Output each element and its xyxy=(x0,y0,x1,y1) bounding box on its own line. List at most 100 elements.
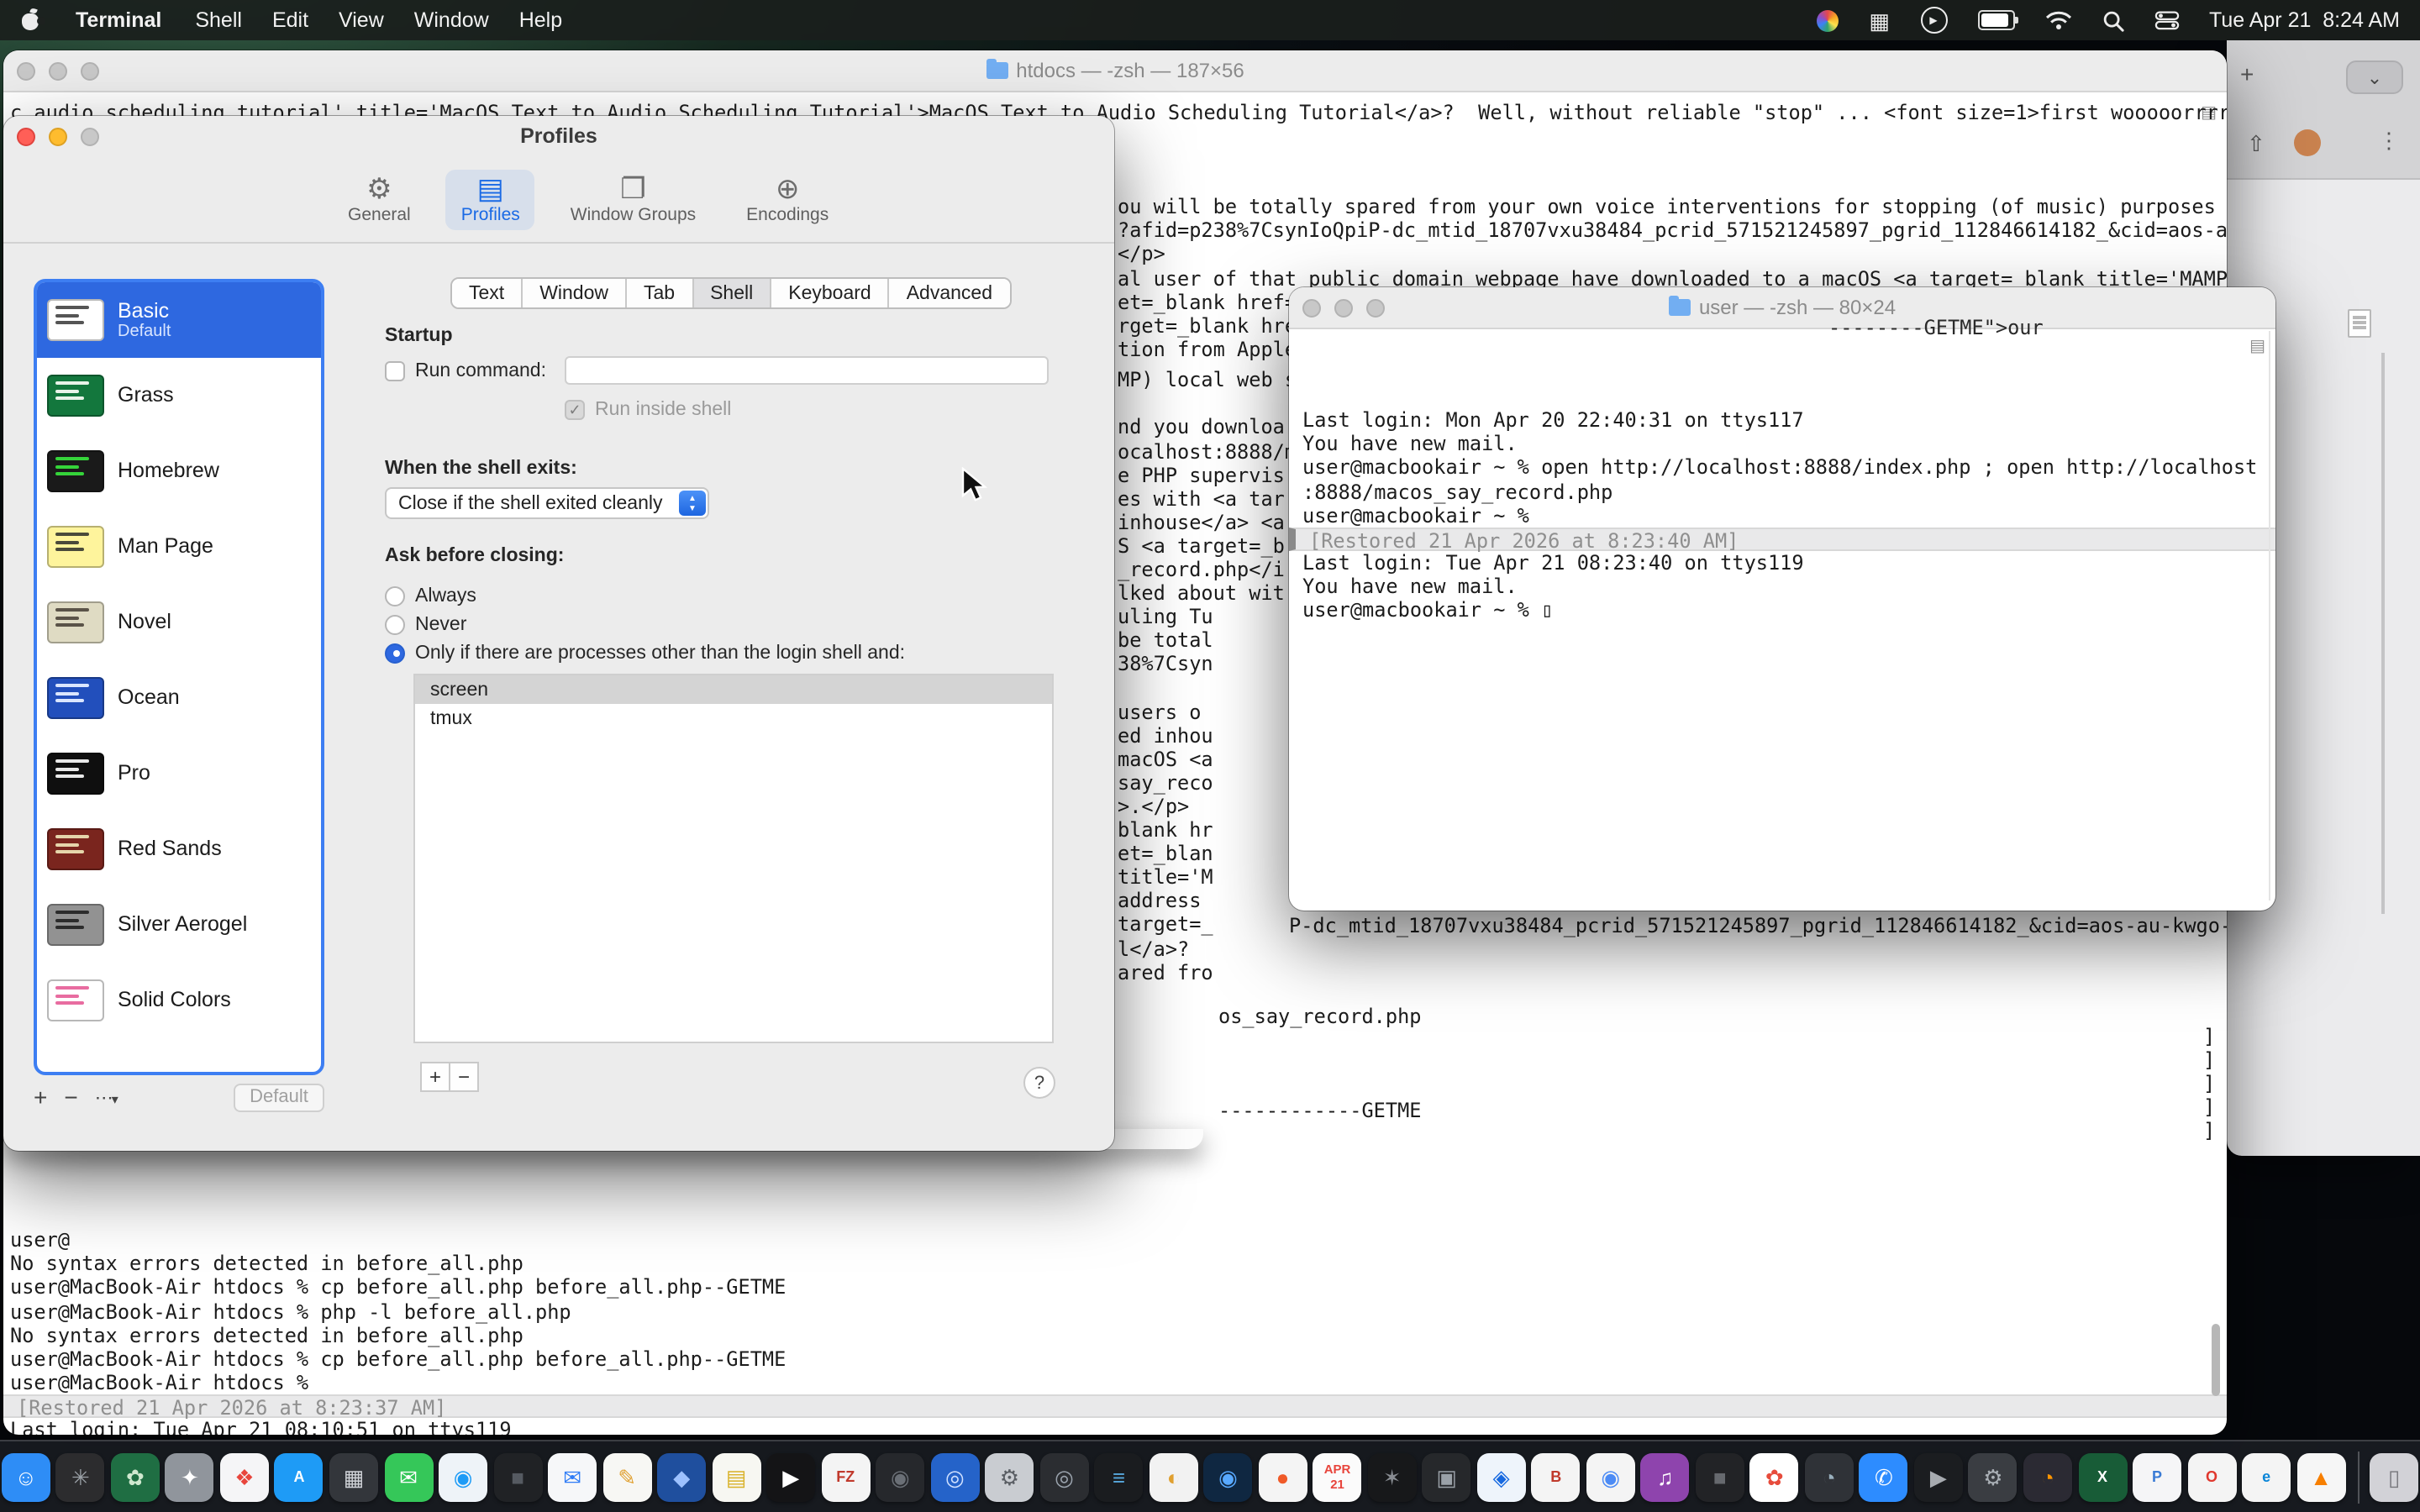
tab[interactable]: Tab xyxy=(627,279,693,307)
tab[interactable]: Window xyxy=(523,279,627,307)
dock-item[interactable]: ▶ xyxy=(765,1451,817,1503)
apple-menu-icon[interactable] xyxy=(20,8,42,32)
add-process-button[interactable]: + xyxy=(420,1062,450,1092)
dock-item[interactable]: ◔ xyxy=(1803,1451,1854,1503)
dock-item[interactable]: ◎ xyxy=(1039,1451,1090,1503)
dock-item[interactable]: ◈ xyxy=(1476,1451,1527,1503)
radio-button[interactable] xyxy=(385,643,405,663)
scrollbar[interactable] xyxy=(2269,331,2270,900)
menu-item[interactable]: Shell xyxy=(195,8,242,32)
dock-item[interactable]: ▦ xyxy=(329,1451,380,1503)
logi-options-icon[interactable] xyxy=(1817,9,1839,31)
dock-item[interactable]: ≡ xyxy=(1093,1451,1144,1503)
minimize-button[interactable] xyxy=(49,127,67,145)
dock-item[interactable]: ▣ xyxy=(1421,1451,1472,1503)
user-titlebar[interactable]: user — -zsh — 80×24 xyxy=(1289,287,2275,329)
dock-item[interactable]: ◔ xyxy=(2022,1451,2073,1503)
tab[interactable]: Text xyxy=(452,279,523,307)
dock-item[interactable]: B xyxy=(1530,1451,1581,1503)
menu-item[interactable]: Window xyxy=(414,8,489,32)
dock-item[interactable]: ▯ xyxy=(2359,1451,2420,1503)
scrollbar-thumb[interactable] xyxy=(2212,1324,2220,1396)
profiles-titlebar[interactable]: Profiles xyxy=(3,116,1114,156)
dock-item[interactable]: ♫ xyxy=(1639,1451,1691,1503)
profile-list-item[interactable]: Solid Colors xyxy=(37,963,321,1038)
profile-list-item[interactable]: Man Page xyxy=(37,509,321,585)
battery-icon[interactable] xyxy=(1977,10,2014,30)
run-inside-shell-checkbox[interactable]: ✓ xyxy=(565,400,585,420)
radio-option[interactable]: Only if there are processes other than t… xyxy=(385,638,905,667)
process-list-item[interactable]: screen xyxy=(415,675,1052,704)
wifi-icon[interactable] xyxy=(2044,10,2071,30)
dock-item[interactable]: FZ xyxy=(820,1451,871,1503)
help-button[interactable]: ? xyxy=(1023,1067,1055,1099)
zoom-button[interactable] xyxy=(1366,298,1385,317)
zoom-button[interactable] xyxy=(81,127,99,145)
radio-option[interactable]: Always xyxy=(385,581,905,610)
dock-item[interactable]: e xyxy=(2241,1451,2292,1503)
dock-item[interactable]: ✶ xyxy=(1366,1451,1418,1503)
tab[interactable]: Shell xyxy=(693,279,771,307)
close-button[interactable] xyxy=(17,61,35,80)
dock-item[interactable]: ◉ xyxy=(1585,1451,1636,1503)
dock-item[interactable]: ◆ xyxy=(656,1451,708,1503)
dock-item[interactable]: ● xyxy=(1257,1451,1308,1503)
toolbar-item-general[interactable]: ⚙ General xyxy=(333,169,426,229)
profile-list-item[interactable]: Homebrew xyxy=(37,433,321,509)
dock-item[interactable]: ▤ xyxy=(711,1451,762,1503)
add-profile-button[interactable]: + xyxy=(34,1085,47,1109)
dock-item[interactable]: A xyxy=(273,1451,324,1503)
remove-profile-button[interactable]: − xyxy=(64,1085,77,1109)
close-button[interactable] xyxy=(1302,298,1321,317)
shell-exit-popup[interactable]: Close if the shell exited cleanly ▲▼ xyxy=(385,487,709,519)
tab[interactable]: Advanced xyxy=(890,279,1009,307)
toolbar-item-window-groups[interactable]: ❐ Window Groups xyxy=(555,169,711,229)
zoom-button[interactable] xyxy=(81,61,99,80)
dock-item[interactable]: ■ xyxy=(1694,1451,1745,1503)
dock-item[interactable]: ✳ xyxy=(55,1451,106,1503)
minimize-button[interactable] xyxy=(49,61,67,80)
new-tab-button[interactable]: + xyxy=(2240,60,2254,87)
profile-list-item[interactable]: Grass xyxy=(37,358,321,433)
menu-clock[interactable]: Tue Apr 21 8:24 AM xyxy=(2209,8,2400,32)
now-playing-icon[interactable]: ▶ xyxy=(1920,7,1947,34)
action-menu-button[interactable]: ⋯▾ xyxy=(95,1086,117,1108)
avatar[interactable] xyxy=(2294,129,2321,156)
dock-item[interactable]: ❖ xyxy=(218,1451,270,1503)
close-button[interactable] xyxy=(17,127,35,145)
dock-item[interactable]: ⚙ xyxy=(1967,1451,2018,1503)
profiles-window[interactable]: Profiles ⚙ General ▤ Profiles ❐ Window G… xyxy=(3,116,1114,1151)
dock-item[interactable]: ◉ xyxy=(1202,1451,1254,1503)
radio-button[interactable] xyxy=(385,585,405,606)
profile-list-item[interactable]: Novel xyxy=(37,585,321,660)
tab[interactable]: Keyboard xyxy=(771,279,889,307)
overflow-menu-icon[interactable]: ⋮ xyxy=(2378,128,2400,155)
dock-item[interactable]: ◉ xyxy=(438,1451,489,1503)
menu-item[interactable]: Help xyxy=(519,8,562,32)
remove-process-button[interactable]: − xyxy=(449,1062,479,1092)
menu-item[interactable]: Edit xyxy=(272,8,308,32)
run-command-input[interactable] xyxy=(565,356,1049,385)
dock-item[interactable]: X xyxy=(2077,1451,2128,1503)
dock-item[interactable]: P xyxy=(2132,1451,2183,1503)
app-menu-title[interactable]: Terminal xyxy=(76,8,161,32)
dock-item[interactable]: ☺ xyxy=(0,1451,51,1503)
profile-list-item[interactable]: Red Sands xyxy=(37,811,321,887)
dock-item[interactable]: ✎ xyxy=(602,1451,653,1503)
toolbar-item-profiles[interactable]: ▤ Profiles xyxy=(446,169,535,229)
tab-overview-button[interactable]: ⌄ xyxy=(2346,60,2403,94)
dock-item[interactable]: ◎ xyxy=(929,1451,981,1503)
dock-item[interactable]: ⚙ xyxy=(984,1451,1035,1503)
dock-item[interactable]: ✦ xyxy=(164,1451,215,1503)
default-button[interactable]: Default xyxy=(234,1083,324,1111)
htdocs-titlebar[interactable]: htdocs — -zsh — 187×56 xyxy=(3,50,2227,92)
control-center-icon[interactable] xyxy=(2154,10,2179,30)
radio-option[interactable]: Never xyxy=(385,610,905,638)
dock-item[interactable]: O xyxy=(2186,1451,2238,1503)
dock-item[interactable]: ▶ xyxy=(1912,1451,1964,1503)
dock-item[interactable]: ✿ xyxy=(109,1451,160,1503)
dock-item[interactable]: ◐ xyxy=(1148,1451,1199,1503)
display-grid-icon[interactable]: ▦ xyxy=(1869,9,1890,31)
process-list[interactable]: screentmux xyxy=(413,674,1054,1043)
dock-item[interactable]: APR 21 xyxy=(1312,1451,1363,1503)
